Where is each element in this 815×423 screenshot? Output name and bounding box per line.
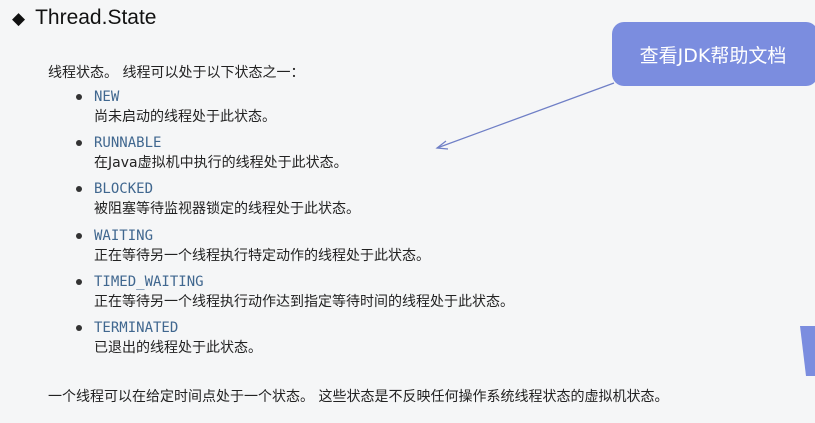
state-name: TIMED_WAITING: [94, 273, 204, 290]
state-name: TERMINATED: [94, 319, 179, 336]
state-name: NEW: [94, 89, 120, 105]
bullet-icon: [76, 140, 82, 147]
list-item: TIMED_WAITING 正在等待另一个线程执行动作达到指定等待时间的线程处于…: [74, 273, 514, 319]
intro-text: 线程状态。 线程可以处于以下状态之一：: [48, 65, 305, 81]
bullet-icon: [76, 232, 82, 239]
section-heading: ◆ Thread.State: [12, 6, 156, 30]
summary-text: 一个线程可以在给定时间点处于一个状态。 这些状态是不反映任何操作系统线程状态的虚…: [48, 389, 669, 405]
decorative-shape: [800, 326, 815, 376]
list-item: NEW 尚未启动的线程处于此状态。: [74, 88, 514, 134]
jdk-docs-callout[interactable]: 查看JDK帮助文档: [612, 22, 815, 86]
state-description: 被阻塞等待监视器锁定的线程处于此状态。: [94, 201, 360, 218]
state-description: 已退出的线程处于此状态。: [94, 339, 262, 356]
state-description: 正在等待另一个线程执行动作达到指定等待时间的线程处于此状态。: [94, 293, 514, 310]
section-title: Thread.State: [35, 6, 157, 29]
state-description: 尚未启动的线程处于此状态。: [94, 109, 276, 125]
thread-state-list: NEW 尚未启动的线程处于此状态。 RUNNABLE 在Java虚拟机中执行的线…: [74, 88, 514, 365]
bullet-icon: [76, 186, 82, 193]
state-name: BLOCKED: [94, 181, 154, 198]
list-item: TERMINATED 已退出的线程处于此状态。: [74, 319, 514, 365]
state-description: 正在等待另一个线程执行特定动作的线程处于此状态。: [94, 247, 430, 264]
state-description: 在Java虚拟机中执行的线程处于此状态。: [94, 155, 348, 172]
diamond-icon: ◆: [12, 8, 26, 28]
bullet-icon: [76, 278, 82, 285]
state-name: WAITING: [94, 227, 154, 244]
state-name: RUNNABLE: [94, 135, 162, 152]
bullet-icon: [76, 324, 82, 331]
list-item: WAITING 正在等待另一个线程执行特定动作的线程处于此状态。: [74, 227, 514, 273]
list-item: BLOCKED 被阻塞等待监视器锁定的线程处于此状态。: [74, 180, 514, 226]
list-item: RUNNABLE 在Java虚拟机中执行的线程处于此状态。: [74, 134, 514, 180]
bullet-icon: [76, 94, 82, 100]
